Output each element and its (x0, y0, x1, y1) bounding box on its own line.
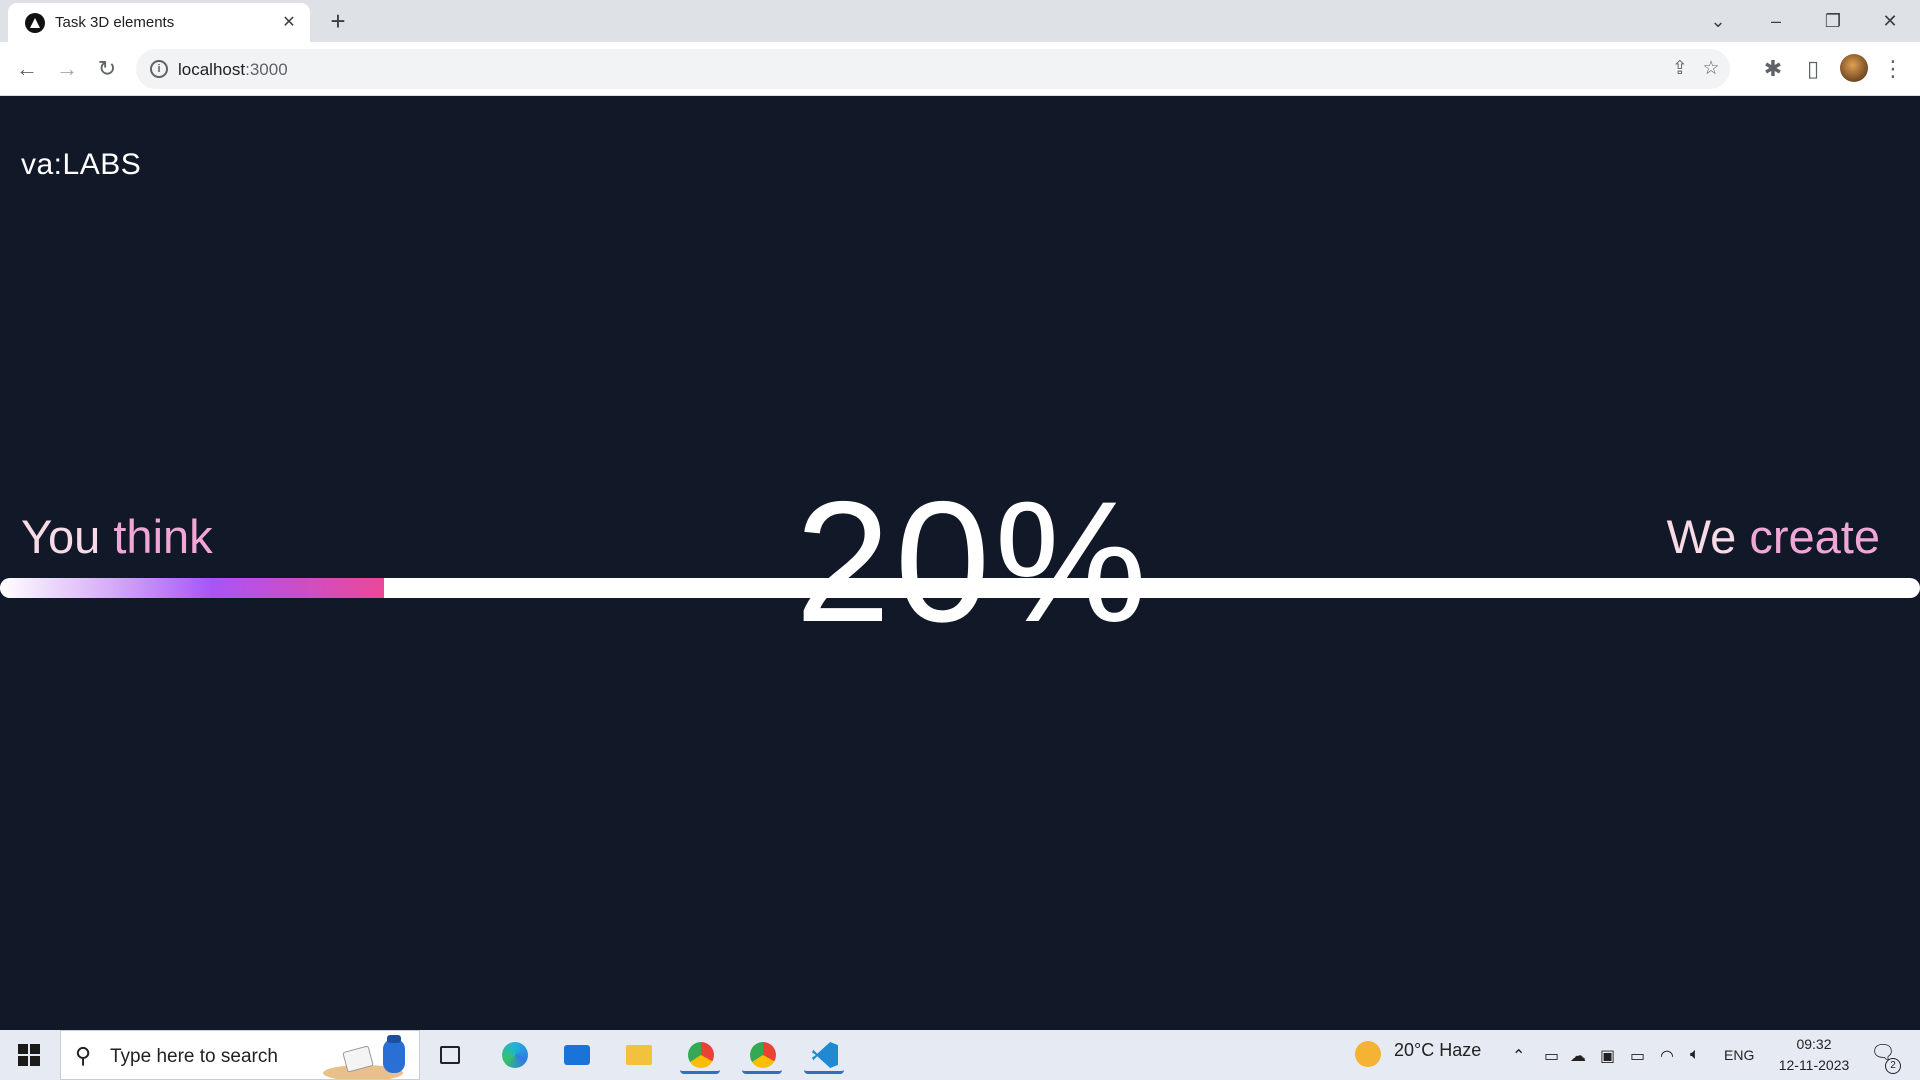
extensions-icon[interactable]: ✱ (1760, 56, 1786, 82)
mail-icon[interactable] (556, 1036, 596, 1074)
left-tagline: You think (21, 510, 213, 563)
meet-icon[interactable]: ▭ (1544, 1046, 1559, 1066)
tab-favicon-icon (25, 13, 45, 33)
wifi-icon[interactable]: ◠ (1660, 1046, 1674, 1066)
tab-search-chevron-icon[interactable]: ⌄ (1700, 6, 1736, 36)
side-panel-icon[interactable]: ▯ (1800, 56, 1826, 82)
brand-logo[interactable]: va:LABS (21, 148, 141, 182)
taskbar-clock[interactable]: 09:32 12-11-2023 (1766, 1034, 1862, 1076)
tab-title: Task 3D elements (55, 14, 175, 31)
tab-close-icon[interactable]: ✕ (279, 13, 299, 33)
progress-bar-fill (0, 578, 384, 598)
page-content: va:LABS You think We create 20% (0, 96, 1920, 1030)
right-tagline: We create (1666, 510, 1880, 563)
clock-time: 09:32 (1796, 1036, 1832, 1052)
bookmark-star-icon[interactable]: ☆ (1700, 58, 1722, 80)
notification-count-badge: 2 (1885, 1058, 1901, 1074)
progress-percent: 20% (795, 466, 1152, 658)
show-hidden-icons-icon[interactable]: ⌃ (1512, 1046, 1525, 1066)
start-button[interactable] (18, 1044, 40, 1066)
taskbar-search-box[interactable]: ⚲ Type here to search (60, 1030, 420, 1080)
address-url[interactable]: localhost:3000 (178, 60, 288, 80)
weather-text[interactable]: 20°C Haze (1394, 1040, 1481, 1061)
profile-avatar[interactable] (1840, 54, 1868, 82)
volume-icon[interactable]: 🔈︎ (1690, 1046, 1700, 1064)
new-tab-button[interactable]: + (325, 8, 351, 34)
address-bar[interactable]: i localhost:3000 ⇪ ☆ (136, 49, 1730, 89)
brand-prefix: va: (21, 148, 63, 181)
display-icon[interactable]: ▣ (1600, 1046, 1615, 1066)
browser-toolbar: ← → ↻ i localhost:3000 ⇪ ☆ ✱ ▯ ⋮ (0, 42, 1920, 96)
restore-button[interactable]: ❐ (1815, 6, 1851, 36)
task-view-icon[interactable] (430, 1036, 470, 1074)
search-highlight-illustration (323, 1035, 405, 1079)
minimize-button[interactable]: – (1758, 6, 1794, 36)
vscode-icon[interactable] (804, 1036, 844, 1074)
site-info-icon[interactable]: i (150, 60, 168, 78)
battery-icon[interactable]: ▭ (1630, 1046, 1645, 1066)
clock-date: 12-11-2023 (1778, 1057, 1850, 1073)
chrome-icon[interactable] (680, 1036, 720, 1074)
forward-button[interactable]: → (54, 56, 80, 82)
browser-tabstrip: Task 3D elements ✕ + ⌄ – ❐ ✕ (0, 0, 1920, 42)
share-icon[interactable]: ⇪ (1669, 58, 1691, 80)
windows-taskbar: ⚲ Type here to search 20°C Haze ⌃ ▭ ☁ ▣ … (0, 1030, 1920, 1080)
weather-icon[interactable] (1355, 1041, 1381, 1067)
file-explorer-icon[interactable] (618, 1036, 658, 1074)
language-indicator[interactable]: ENG (1724, 1047, 1754, 1063)
reload-button[interactable]: ↻ (94, 56, 120, 82)
edge-icon[interactable] (494, 1036, 534, 1074)
brand-name: LABS (62, 148, 142, 181)
search-icon: ⚲ (75, 1043, 92, 1068)
browser-menu-icon[interactable]: ⋮ (1880, 56, 1906, 82)
search-placeholder: Type here to search (110, 1046, 278, 1067)
browser-tab-active[interactable]: Task 3D elements ✕ (8, 3, 310, 42)
chrome-profile-icon[interactable] (742, 1036, 782, 1074)
close-window-button[interactable]: ✕ (1872, 6, 1908, 36)
back-button[interactable]: ← (14, 56, 40, 82)
onedrive-icon[interactable]: ☁ (1570, 1046, 1586, 1066)
